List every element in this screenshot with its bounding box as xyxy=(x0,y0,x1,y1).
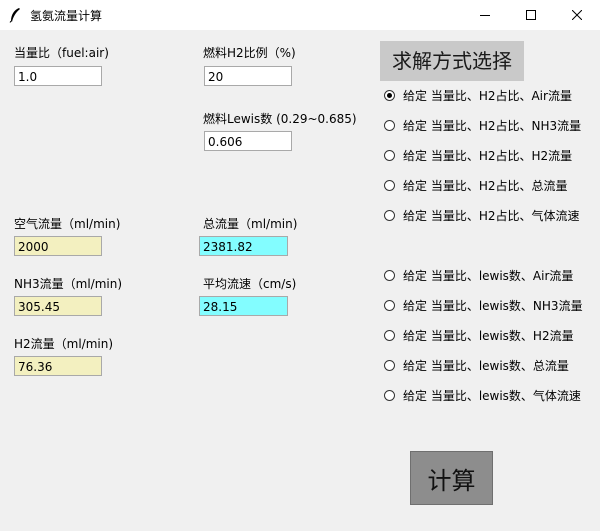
total-flow-input[interactable] xyxy=(199,236,288,256)
method-option-label: 给定 当量比、H2占比、H2流量 xyxy=(403,148,573,163)
method-option-7[interactable]: 给定 当量比、lewis数、H2流量 xyxy=(384,326,574,344)
method-title: 求解方式选择 xyxy=(380,41,524,81)
minimize-icon xyxy=(480,15,490,16)
radio-circle[interactable] xyxy=(384,359,395,371)
h2-ratio-label: 燃料H2比例（%) xyxy=(203,46,296,60)
radio-circle[interactable] xyxy=(384,329,395,341)
method-option-3[interactable]: 给定 当量比、H2占比、总流量 xyxy=(384,176,567,194)
equivalence-ratio-input[interactable] xyxy=(14,66,102,86)
method-option-4[interactable]: 给定 当量比、H2占比、气体流速 xyxy=(384,206,579,224)
h2-flow-label: H2流量（ml/min) xyxy=(14,337,114,351)
avg-velocity-input[interactable] xyxy=(199,296,288,316)
maximize-icon xyxy=(526,10,536,20)
method-option-label: 给定 当量比、lewis数、气体流速 xyxy=(403,388,581,403)
minimize-button[interactable] xyxy=(462,0,508,30)
calculate-button[interactable]: 计算 xyxy=(410,451,493,505)
method-option-label: 给定 当量比、lewis数、H2流量 xyxy=(403,328,574,343)
equivalence-ratio-label: 当量比（fuel:air) xyxy=(14,46,109,60)
method-option-6[interactable]: 给定 当量比、lewis数、NH3流量 xyxy=(384,296,583,314)
close-icon xyxy=(572,10,582,20)
h2-ratio-input[interactable] xyxy=(204,66,292,86)
radio-circle[interactable] xyxy=(384,299,395,311)
method-option-label: 给定 当量比、H2占比、Air流量 xyxy=(403,88,572,103)
radio-circle[interactable] xyxy=(384,179,395,191)
method-option-label: 给定 当量比、H2占比、总流量 xyxy=(403,178,568,193)
total-flow-label: 总流量（ml/min) xyxy=(203,217,298,231)
method-option-2[interactable]: 给定 当量比、H2占比、H2流量 xyxy=(384,146,572,164)
radio-circle[interactable] xyxy=(384,149,395,161)
radio-circle[interactable] xyxy=(384,209,395,221)
feather-icon xyxy=(9,7,21,23)
title-bar[interactable]: 氢氨流量计算 xyxy=(0,0,600,30)
radio-circle[interactable] xyxy=(384,389,395,401)
lewis-input[interactable] xyxy=(204,131,292,151)
air-flow-input[interactable] xyxy=(14,236,102,256)
h2-flow-input[interactable] xyxy=(14,356,102,376)
radio-circle[interactable] xyxy=(384,89,395,101)
air-flow-label: 空气流量（ml/min) xyxy=(14,217,121,231)
method-option-0[interactable]: 给定 当量比、H2占比、Air流量 xyxy=(384,86,572,104)
close-button[interactable] xyxy=(554,0,600,30)
maximize-button[interactable] xyxy=(508,0,554,30)
radio-circle[interactable] xyxy=(384,269,395,281)
avg-velocity-label: 平均流速（cm/s) xyxy=(203,277,297,291)
method-option-5[interactable]: 给定 当量比、lewis数、Air流量 xyxy=(384,266,573,284)
method-option-label: 给定 当量比、lewis数、NH3流量 xyxy=(403,298,583,313)
method-option-label: 给定 当量比、lewis数、Air流量 xyxy=(403,268,574,283)
method-option-label: 给定 当量比、H2占比、气体流速 xyxy=(403,208,580,223)
method-option-8[interactable]: 给定 当量比、lewis数、总流量 xyxy=(384,356,569,374)
method-option-label: 给定 当量比、lewis数、总流量 xyxy=(403,358,569,373)
window-title: 氢氨流量计算 xyxy=(30,9,103,23)
nh3-flow-label: NH3流量（ml/min) xyxy=(14,277,123,291)
method-option-label: 给定 当量比、H2占比、NH3流量 xyxy=(403,118,582,133)
method-option-1[interactable]: 给定 当量比、H2占比、NH3流量 xyxy=(384,116,581,134)
lewis-label: 燃料Lewis数 (0.29~0.685) xyxy=(203,112,357,126)
radio-circle[interactable] xyxy=(384,119,395,131)
nh3-flow-input[interactable] xyxy=(14,296,102,316)
method-option-9[interactable]: 给定 当量比、lewis数、气体流速 xyxy=(384,386,581,404)
